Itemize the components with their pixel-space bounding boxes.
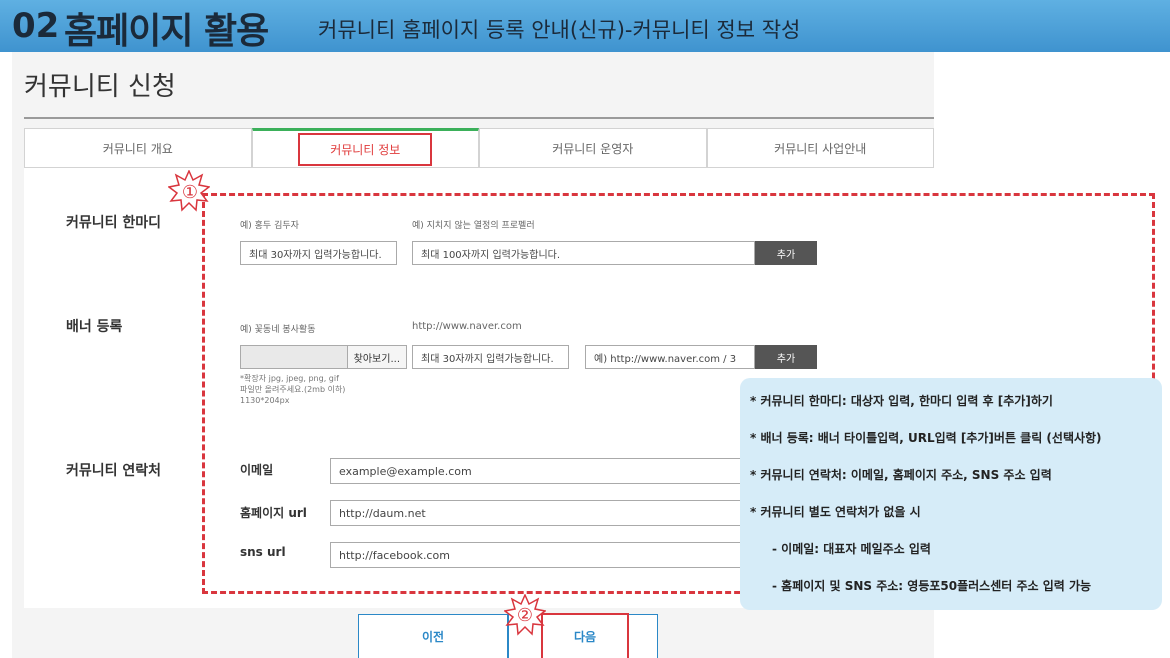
tab-info[interactable]: 커뮤니티 정보	[251, 128, 479, 168]
next-label: 다음	[573, 630, 597, 644]
page-title: 커뮤니티 신청	[24, 72, 176, 102]
hanmadi-label: 커뮤니티 한마디	[66, 215, 162, 231]
tab-highlight: 커뮤니티 정보	[298, 132, 433, 166]
title-divider	[24, 117, 934, 119]
tab-label: 커뮤니티 운영자	[552, 141, 634, 156]
tab-overview[interactable]: 커뮤니티 개요	[24, 128, 252, 168]
tab-label: 커뮤니티 정보	[330, 142, 401, 157]
prev-label: 이전	[421, 630, 445, 644]
contact-label: 커뮤니티 연락처	[66, 463, 162, 479]
marker-two: ②	[516, 604, 534, 626]
tab-bar: 커뮤니티 개요 커뮤니티 정보 커뮤니티 운영자 커뮤니티 사업안내	[24, 128, 934, 168]
tab-business[interactable]: 커뮤니티 사업안내	[706, 128, 934, 168]
marker-one: ①	[181, 181, 199, 203]
section-title: 홈페이지 활용	[64, 11, 269, 52]
callout-line: * 배너 등록: 배너 타이틀입력, URL입력 [추가]버튼 클릭 (선택사항…	[750, 431, 1102, 445]
callout-line: * 커뮤니티 연락처: 이메일, 홈페이지 주소, SNS 주소 입력	[750, 468, 1052, 482]
slide: 02 홈페이지 활용 커뮤니티 홈페이지 등록 안내(신규)-커뮤니티 정보 작…	[0, 0, 1170, 658]
callout-line: * 커뮤니티 별도 연락처가 없을 시	[750, 505, 921, 519]
section-subtitle: 커뮤니티 홈페이지 등록 안내(신규)-커뮤니티 정보 작성	[318, 18, 801, 42]
header-banner: 02 홈페이지 활용 커뮤니티 홈페이지 등록 안내(신규)-커뮤니티 정보 작…	[0, 0, 1170, 52]
callout-line: - 홈페이지 및 SNS 주소: 영등포50플러스센터 주소 입력 가능	[772, 579, 1092, 593]
tab-operator[interactable]: 커뮤니티 운영자	[479, 128, 707, 168]
callout-line: * 커뮤니티 한마디: 대상자 입력, 한마디 입력 후 [추가]하기	[750, 394, 1053, 408]
instruction-callout: * 커뮤니티 한마디: 대상자 입력, 한마디 입력 후 [추가]하기 * 배너…	[740, 378, 1162, 610]
tab-label: 커뮤니티 개요	[102, 141, 173, 156]
section-number: 02	[12, 6, 60, 46]
tab-label: 커뮤니티 사업안내	[774, 141, 867, 156]
callout-line: - 이메일: 대표자 메일주소 입력	[772, 542, 931, 556]
next-button[interactable]: 다음	[541, 613, 629, 658]
prev-button[interactable]: 이전	[358, 614, 508, 658]
banner-label: 배너 등록	[66, 319, 123, 335]
